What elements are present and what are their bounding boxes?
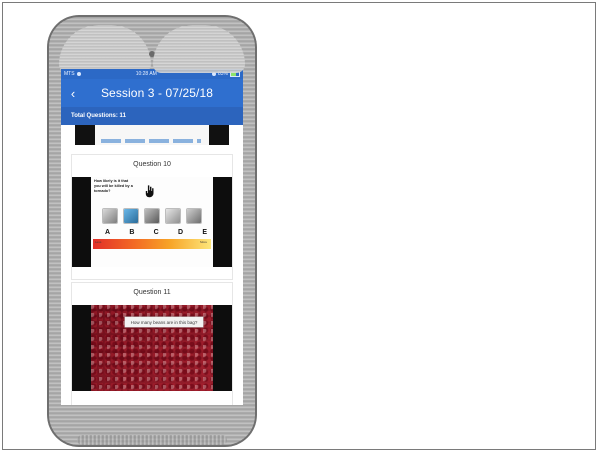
partial-slide-thumbnail bbox=[75, 125, 229, 145]
question-title: Question 10 bbox=[133, 161, 171, 168]
scale-right-label: More bbox=[200, 240, 207, 244]
hand-pointer-icon bbox=[145, 185, 154, 198]
status-left: MTS bbox=[64, 71, 81, 77]
page-title: Session 3 - 07/25/18 bbox=[100, 86, 214, 100]
answer-letter: D bbox=[177, 229, 184, 236]
slide-question-text: How many beans are in this bag? bbox=[125, 317, 203, 327]
answer-letters: A B C D E bbox=[105, 229, 207, 237]
chevron-left-icon: ‹ bbox=[70, 85, 76, 101]
answer-option-image bbox=[145, 209, 159, 223]
battery-icon bbox=[230, 71, 240, 77]
answer-option-image bbox=[166, 209, 180, 223]
phone-bottom-bezel bbox=[77, 435, 227, 445]
question-card-11[interactable]: Question 11 How many beans are in this b… bbox=[72, 283, 232, 405]
questions-list[interactable]: Question 10 How likely is it that you wi… bbox=[61, 125, 243, 405]
bluetooth-icon bbox=[211, 72, 216, 76]
status-bar: MTS 10:28 AM 83% bbox=[61, 69, 243, 79]
answer-option-image bbox=[187, 209, 201, 223]
likelihood-scale bbox=[93, 239, 211, 249]
answer-letter: E bbox=[202, 229, 207, 236]
answer-option-image bbox=[103, 209, 117, 223]
status-time: 10:28 AM bbox=[135, 71, 157, 77]
carrier-label: MTS bbox=[64, 71, 75, 77]
speaker-dot bbox=[149, 51, 155, 57]
answer-option-image bbox=[124, 209, 138, 223]
app-header: ‹ Session 3 - 07/25/18 bbox=[61, 79, 243, 107]
screenshot-frame: MTS 10:28 AM 83% ‹ Session 3 - 07/25/18 … bbox=[2, 2, 596, 450]
partial-slide-options bbox=[101, 139, 201, 143]
battery-percent: 83% bbox=[217, 71, 228, 77]
answer-letter: C bbox=[153, 229, 159, 236]
question-card-10[interactable]: Question 10 How likely is it that you wi… bbox=[72, 155, 232, 279]
status-right: 83% bbox=[211, 71, 240, 77]
phone-screen: MTS 10:28 AM 83% ‹ Session 3 - 07/25/18 … bbox=[61, 69, 243, 405]
partial-question-card bbox=[61, 125, 243, 153]
question-slide: How many beans are in this bag? bbox=[72, 305, 232, 391]
phone-mockup: MTS 10:28 AM 83% ‹ Session 3 - 07/25/18 … bbox=[47, 15, 257, 447]
answer-options-row bbox=[103, 209, 201, 229]
scale-left-label: Less bbox=[95, 240, 102, 244]
question-slide: How likely is it that you will be killed… bbox=[72, 177, 232, 267]
answer-letter: B bbox=[129, 229, 135, 236]
answer-letter: A bbox=[105, 229, 111, 236]
question-title: Question 11 bbox=[133, 289, 171, 296]
back-button[interactable]: ‹ bbox=[67, 86, 79, 100]
slide-content: How likely is it that you will be killed… bbox=[91, 177, 213, 267]
total-questions-label: Total Questions: 11 bbox=[61, 107, 243, 125]
wifi-icon bbox=[76, 72, 81, 76]
slide-question-text: How likely is it that you will be killed… bbox=[94, 179, 133, 193]
beans-image: How many beans are in this bag? bbox=[91, 305, 213, 391]
